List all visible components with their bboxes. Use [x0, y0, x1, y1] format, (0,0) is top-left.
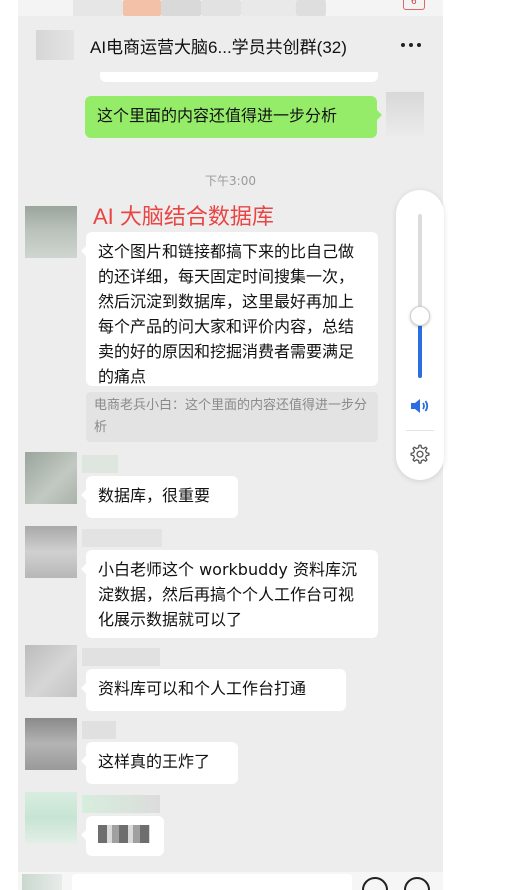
timestamp: 下午3:00 — [205, 174, 256, 188]
message-bubble-sent[interactable]: 这个里面的内容还值得进一步分析 — [85, 96, 382, 138]
avatar[interactable] — [25, 792, 77, 844]
message-text: 这个里面的内容还值得进一步分析 — [97, 106, 338, 125]
avatar[interactable] — [25, 718, 77, 770]
more-icon[interactable] — [401, 36, 421, 52]
chat-title: AI电商运营大脑6...学员共创群(32) — [90, 38, 347, 57]
message-bubble[interactable]: 这样真的王炸了 — [81, 742, 238, 784]
sender-name — [82, 455, 118, 473]
battery-icon: 6 — [403, 0, 425, 10]
avatar[interactable] — [25, 452, 77, 504]
quoted-message[interactable]: 电商老兵小白：这个里面的内容还值得进一步分析 — [86, 392, 378, 442]
avatar[interactable] — [25, 645, 77, 697]
message-input[interactable] — [72, 874, 352, 890]
avatar[interactable] — [25, 526, 77, 578]
avatar[interactable] — [25, 206, 77, 258]
redacted-content — [98, 825, 150, 843]
message-list[interactable]: 这个里面的内容还值得进一步分析 下午3:00 AI 大脑结合数据库 这个图片和链… — [18, 72, 443, 872]
message-bubble[interactable]: 资料库可以和个人工作台打通 — [81, 669, 346, 711]
message-text: 数据库，很重要 — [98, 486, 211, 505]
volume-slider[interactable] — [418, 214, 422, 378]
chat-header: AI电商运营大脑6...学员共创群(32) — [18, 16, 443, 72]
message-bubble[interactable]: 这个图片和链接都搞下来的比自己做的还详细，每天固定时间搜集一次，然后沉淀到数据库… — [81, 232, 378, 386]
message-text: 这个图片和链接都搞下来的比自己做的还详细，每天固定时间搜集一次，然后沉淀到数据库… — [98, 242, 355, 386]
group-avatar[interactable] — [36, 30, 74, 60]
sender-name — [82, 795, 160, 813]
message-text: 小白老师这个 workbuddy 资料库沉淀数据，然后再搞个个人工作台可视化展示… — [98, 560, 357, 629]
divider — [406, 430, 434, 431]
status-bar: 6 — [18, 0, 443, 16]
avatar[interactable] — [386, 92, 424, 136]
message-text: 资料库可以和个人工作台打通 — [98, 679, 307, 698]
gear-icon[interactable] — [409, 443, 431, 465]
message-bubble[interactable]: 小白老师这个 workbuddy 资料库沉淀数据，然后再搞个个人工作台可视化展示… — [81, 550, 378, 638]
volume-slider-thumb[interactable] — [410, 306, 430, 326]
sender-name — [82, 721, 116, 739]
speaker-icon[interactable] — [409, 396, 431, 416]
annotation-title: AI 大脑结合数据库 — [93, 204, 274, 229]
sender-name — [82, 648, 160, 666]
volume-panel — [396, 190, 444, 480]
message-text: 这样真的王炸了 — [98, 752, 211, 771]
previous-message-bubble — [100, 72, 378, 82]
chat-window: 6 AI电商运营大脑6...学员共创群(32) 这个里面的内容还值得进一步分析 … — [18, 0, 443, 890]
sender-name — [82, 529, 162, 547]
voice-toggle[interactable] — [22, 874, 62, 890]
message-bubble[interactable]: 数据库，很重要 — [81, 476, 238, 518]
quote-text: 电商老兵小白：这个里面的内容还值得进一步分析 — [94, 398, 368, 435]
